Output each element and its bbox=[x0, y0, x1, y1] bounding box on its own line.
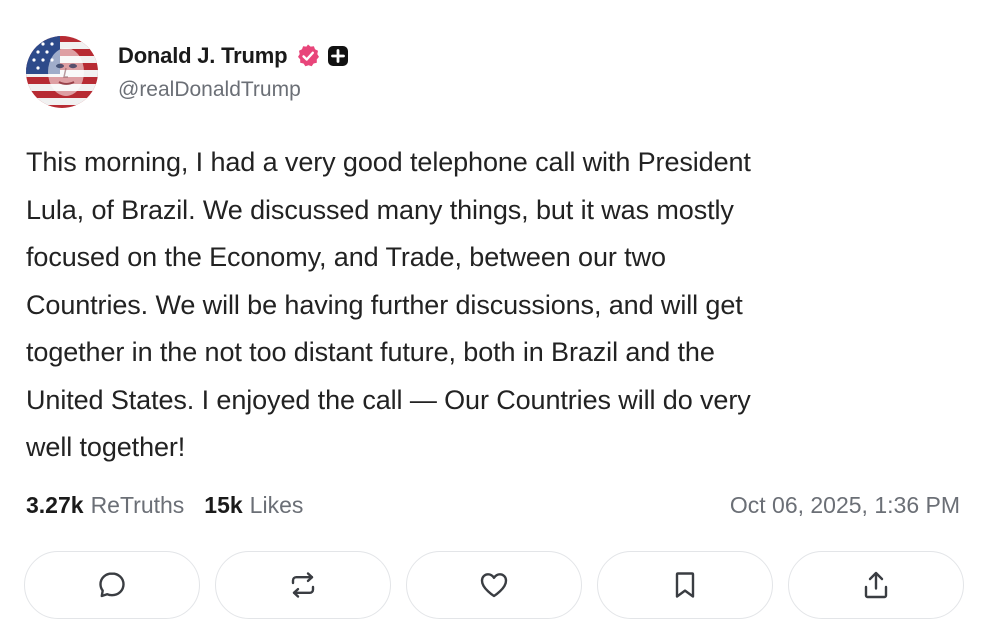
heart-icon bbox=[480, 573, 508, 598]
retruth-button[interactable] bbox=[215, 551, 391, 619]
reply-button[interactable] bbox=[24, 551, 200, 619]
action-bar bbox=[24, 551, 964, 621]
comment-icon bbox=[99, 572, 125, 598]
post-card: Donald J. Trump @realDonaldTrump This mo… bbox=[0, 0, 984, 644]
likes-label[interactable]: Likes bbox=[250, 492, 304, 519]
author-display-name[interactable]: Donald J. Trump bbox=[118, 43, 288, 69]
share-icon bbox=[864, 571, 888, 599]
repost-icon bbox=[291, 572, 315, 598]
bookmark-button[interactable] bbox=[597, 551, 773, 619]
post-text: This morning, I had a very good telephon… bbox=[26, 147, 751, 462]
like-button[interactable] bbox=[406, 551, 582, 619]
avatar-flag-portrait-icon bbox=[26, 36, 98, 108]
retruths-label[interactable]: ReTruths bbox=[91, 492, 185, 519]
post-timestamp[interactable]: Oct 06, 2025, 1:36 PM bbox=[730, 492, 960, 519]
bookmark-icon bbox=[675, 572, 695, 598]
plus-badge-icon bbox=[327, 45, 349, 67]
author-handle[interactable]: @realDonaldTrump bbox=[118, 78, 349, 102]
verified-badge-icon bbox=[295, 43, 321, 69]
post-stats: 3.27k ReTruths 15k Likes Oct 06, 2025, 1… bbox=[26, 488, 960, 522]
avatar[interactable] bbox=[26, 36, 98, 108]
share-button[interactable] bbox=[788, 551, 964, 619]
likes-count[interactable]: 15k bbox=[204, 492, 242, 519]
post-header: Donald J. Trump @realDonaldTrump bbox=[26, 36, 349, 108]
retruths-count[interactable]: 3.27k bbox=[26, 492, 84, 519]
name-row: Donald J. Trump bbox=[118, 42, 349, 70]
author-info: Donald J. Trump @realDonaldTrump bbox=[118, 42, 349, 102]
